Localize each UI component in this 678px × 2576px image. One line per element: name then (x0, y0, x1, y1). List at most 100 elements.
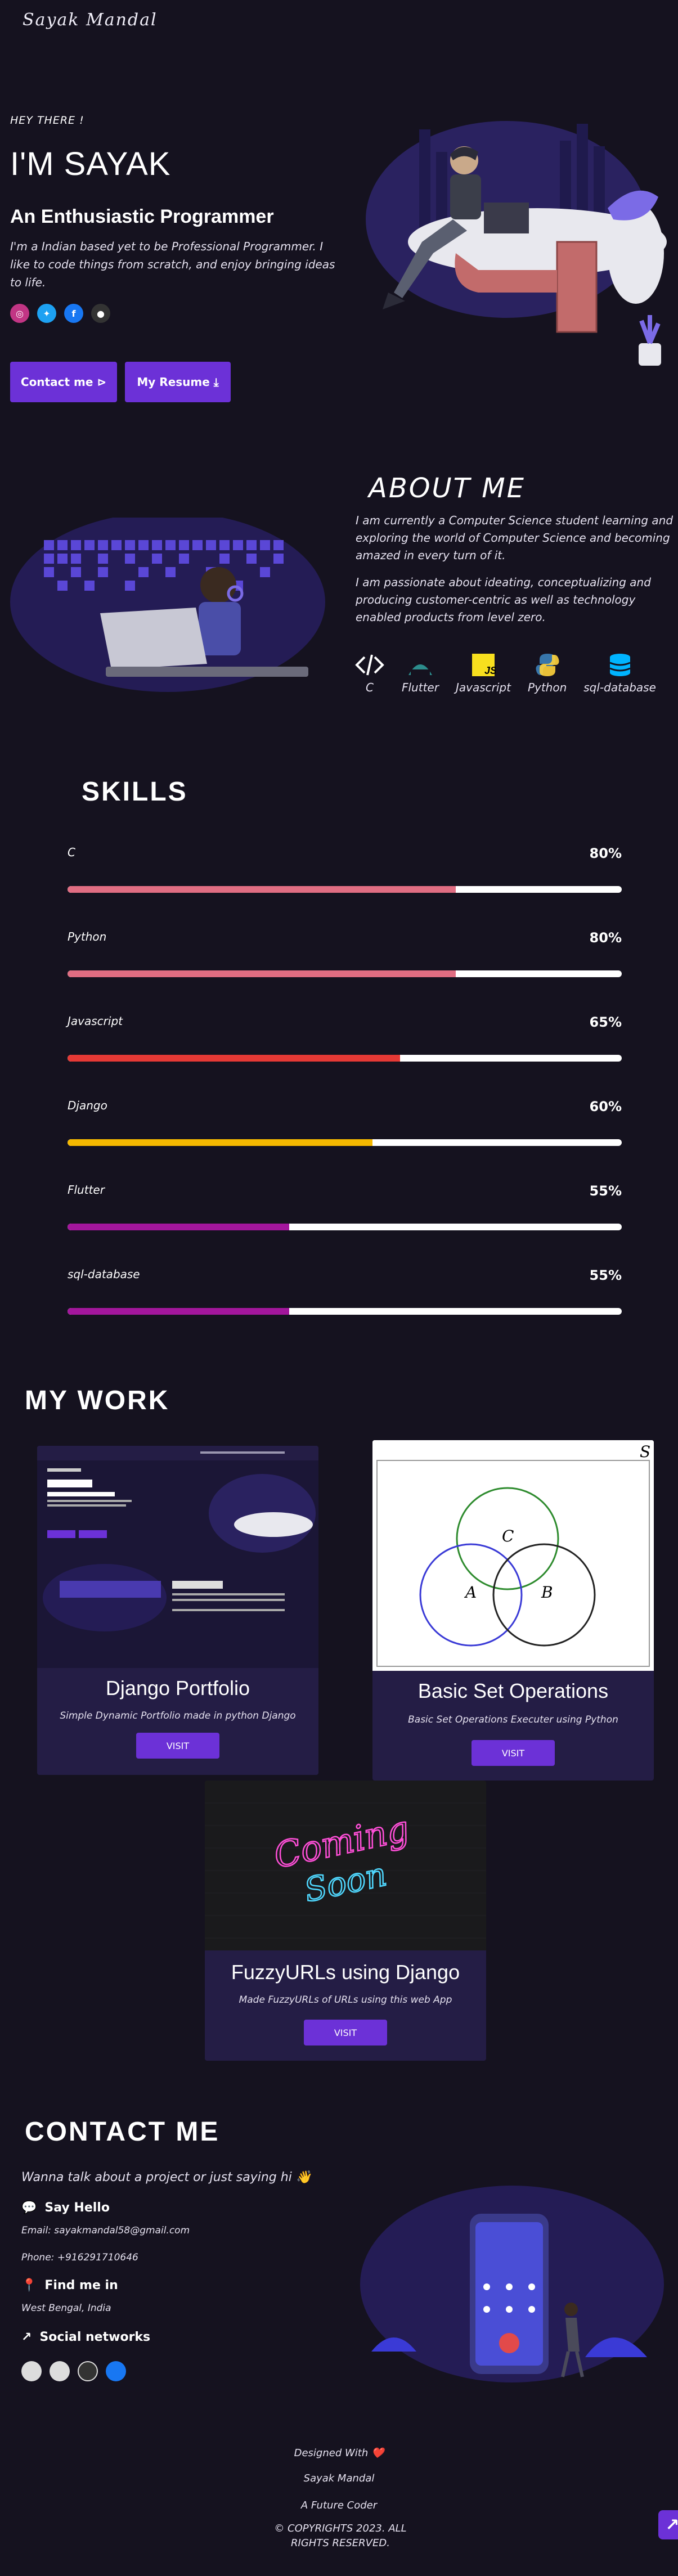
tech-label: C (366, 681, 374, 694)
skill-progress-fill (68, 1308, 289, 1315)
hero-name: I'M SAYAK (10, 146, 171, 182)
say-hello-label: Say Hello (44, 2201, 110, 2215)
skill-name: Django (68, 1099, 107, 1112)
tech-label: Javascript (455, 681, 511, 694)
github-icon[interactable] (78, 2361, 98, 2381)
resume-button[interactable]: My Resume ⤓ (125, 362, 231, 402)
facebook-icon[interactable] (106, 2361, 126, 2381)
project-thumbnail (37, 1446, 318, 1668)
skill-name: C (68, 846, 75, 859)
about-title: ABOUT ME (369, 473, 526, 504)
skill-progress-fill (68, 886, 456, 893)
venn-label-a: A (464, 1583, 477, 1602)
flutter-icon (408, 664, 432, 675)
facebook-icon[interactable]: f (64, 304, 83, 323)
tech-flutter: Flutter (402, 653, 439, 694)
hero-tagline: An Enthusiastic Programmer (10, 206, 274, 227)
contact-illustration (360, 2186, 664, 2382)
venn-label-c: C (502, 1527, 514, 1545)
github-icon[interactable]: ● (91, 304, 110, 323)
project-card-fuzzyurls: Coming Soon FuzzyURLs using Django Made … (205, 1781, 486, 2061)
scroll-to-top-button[interactable]: ↗ (658, 2510, 678, 2539)
skill-name: sql-database (68, 1267, 140, 1281)
skill-percent: 65% (589, 1014, 622, 1030)
chat-icon: 💬 (21, 2201, 37, 2215)
visit-button[interactable]: VISIT (304, 2020, 387, 2045)
skill-c: C 80% (68, 846, 622, 893)
project-thumbnail: Coming Soon (205, 1781, 486, 1950)
contact-email[interactable]: Email: sayakmandal58@gmail.com (21, 2225, 190, 2236)
skill-sql-database: sql-database 55% (68, 1267, 622, 1315)
project-card-django-portfolio: Django Portfolio Simple Dynamic Portfoli… (37, 1446, 318, 1775)
venn-diagram-image: S C A B (372, 1440, 654, 1671)
work-title: MY WORK (25, 1386, 170, 1415)
contact-title: CONTACT ME (25, 2117, 220, 2147)
skill-progress-bar (68, 1224, 622, 1230)
twitter-icon[interactable]: ✦ (37, 304, 56, 323)
arrow-up-icon: ↗ (665, 2515, 678, 2535)
skill-progress-fill (68, 1139, 372, 1146)
hero-illustration (366, 121, 667, 366)
contact-me-button[interactable]: Contact me ⊳ (10, 362, 117, 402)
skill-progress-fill (68, 1224, 289, 1230)
twitter-icon[interactable] (50, 2361, 70, 2381)
skill-progress-bar (68, 886, 622, 893)
contact-location: West Bengal, India (21, 2303, 111, 2314)
skill-flutter: Flutter 55% (68, 1183, 622, 1230)
tech-stack: C Flutter JS Javascript Python sql-datab… (354, 653, 656, 694)
skills-title: SKILLS (82, 777, 188, 807)
find-me-heading: 📍 Find me in (21, 2278, 118, 2292)
skill-progress-fill (68, 970, 456, 977)
tech-javascript: JS Javascript (456, 653, 511, 694)
skill-progress-bar (68, 1308, 622, 1315)
skill-javascript: Javascript 65% (68, 1014, 622, 1062)
instagram-icon[interactable]: ◎ (10, 304, 29, 323)
about-illustration (10, 518, 325, 692)
project-description: Simple Dynamic Portfolio made in python … (60, 1710, 296, 1721)
footer-tagline: A Future Coder (300, 2499, 378, 2511)
skill-percent: 55% (589, 1267, 622, 1283)
venn-label-s: S (640, 1442, 650, 1461)
svg-text:JS: JS (484, 665, 496, 676)
visit-button[interactable]: VISIT (472, 1740, 555, 1766)
hero-social-links: ◎ ✦ f ● (10, 304, 110, 323)
visit-button[interactable]: VISIT (136, 1733, 219, 1759)
tech-c: C (354, 653, 385, 694)
hero-intro: I'm a Indian based yet to be Professiona… (10, 240, 335, 289)
project-title: FuzzyURLs using Django (231, 1961, 460, 1984)
footer-designed-with: Designed With ❤️ (294, 2447, 384, 2459)
skill-percent: 60% (589, 1099, 622, 1114)
skill-progress-bar (68, 1055, 622, 1062)
site-logo[interactable]: Sayak Mandal (23, 10, 158, 30)
instagram-icon[interactable] (21, 2361, 42, 2381)
project-title: Django Portfolio (105, 1676, 250, 1700)
project-description: Basic Set Operations Executer using Pyth… (408, 1714, 618, 1725)
tech-sql-database: sql-database (583, 653, 656, 694)
skill-percent: 80% (589, 930, 622, 946)
portfolio-screenshot-image (37, 1446, 318, 1668)
contact-phone[interactable]: Phone: +916291710646 (21, 2252, 138, 2263)
contact-social-links (21, 2361, 126, 2381)
skill-percent: 80% (589, 846, 622, 861)
skill-progress-bar (68, 970, 622, 977)
hero-greeting: HEY THERE ! (10, 114, 84, 127)
find-me-label: Find me in (44, 2278, 118, 2292)
skill-django: Django 60% (68, 1099, 622, 1146)
contact-lead: Wanna talk about a project or just sayin… (21, 2170, 312, 2184)
code-icon (355, 654, 384, 676)
project-description: Made FuzzyURLs of URLs using this web Ap… (239, 1994, 452, 2006)
project-title: Basic Set Operations (417, 1679, 609, 1702)
project-thumbnail: S C A B (372, 1440, 654, 1671)
python-icon (536, 654, 559, 676)
tech-label: Flutter (402, 681, 439, 694)
skill-name: Javascript (68, 1014, 123, 1028)
tech-label: sql-database (583, 681, 656, 694)
about-paragraph-2: I am passionate about ideating, conceptu… (356, 576, 651, 624)
coming-soon-neon-image: Coming Soon (205, 1781, 486, 1950)
location-pin-icon: 📍 (21, 2278, 37, 2292)
database-icon (609, 654, 631, 676)
skill-percent: 55% (589, 1183, 622, 1199)
skill-name: Python (68, 930, 107, 943)
footer-copyright: © COPYRIGHTS 2023. ALL RIGHTS RESERVED. (274, 2523, 407, 2549)
venn-label-b: B (541, 1583, 553, 1602)
